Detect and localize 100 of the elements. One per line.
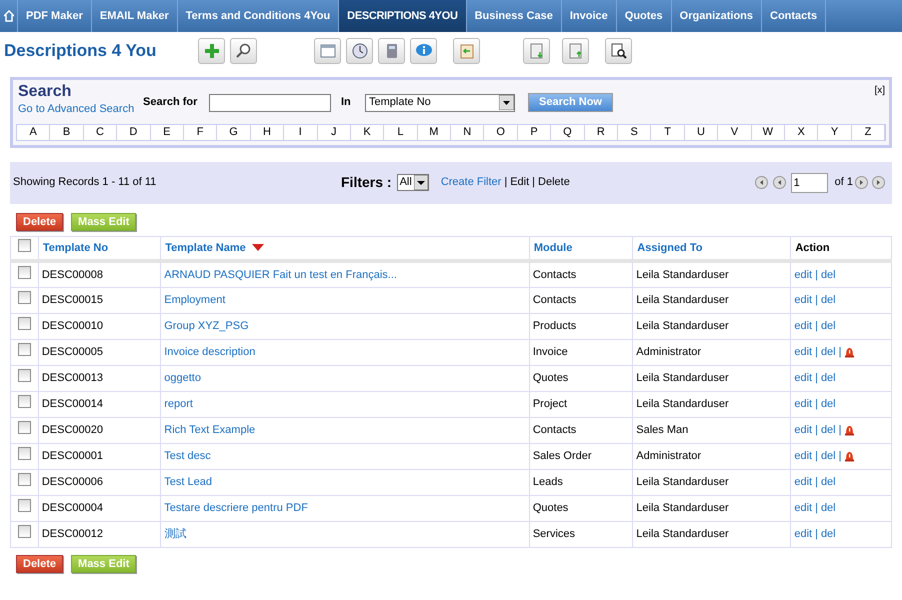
nav-tab[interactable]: DESCRIPTIONS 4YOU — [339, 0, 467, 32]
previous-page-icon[interactable] — [772, 176, 786, 189]
column-header[interactable]: Module — [534, 240, 572, 256]
template-name-link[interactable]: Invoice description — [164, 346, 256, 358]
alphabet-link[interactable]: R — [584, 124, 618, 140]
edit-link[interactable]: edit — [794, 422, 812, 438]
column-header[interactable]: Template No — [42, 240, 108, 256]
template-name-link[interactable]: Test desc — [164, 450, 211, 462]
alphabet-link[interactable]: K — [350, 124, 384, 140]
delete-button[interactable]: Delete — [16, 212, 64, 230]
del-link[interactable]: del — [820, 292, 836, 308]
checkbox[interactable] — [18, 238, 31, 252]
import-icon[interactable] — [523, 38, 550, 64]
alphabet-link[interactable]: M — [418, 124, 452, 140]
alphabet-link[interactable]: G — [217, 124, 251, 140]
checkbox[interactable] — [18, 316, 31, 330]
edit-link[interactable]: edit — [794, 474, 812, 490]
alphabet-link[interactable]: S — [618, 124, 652, 140]
checkbox[interactable] — [18, 498, 31, 512]
checkbox[interactable] — [18, 266, 31, 278]
alphabet-link[interactable]: L — [384, 124, 418, 140]
create-filter-link[interactable]: Create Filter — [440, 174, 502, 191]
alphabet-link[interactable]: N — [451, 124, 484, 140]
last-page-icon[interactable] — [872, 176, 885, 189]
filter-dropdown[interactable]: All — [396, 174, 429, 191]
alphabet-link[interactable]: F — [184, 124, 218, 140]
template-name-link[interactable]: 測試 — [164, 528, 186, 540]
edit-filter-link[interactable]: Edit — [510, 174, 530, 191]
column-header[interactable]: Template Name — [165, 240, 246, 256]
edit-link[interactable]: edit — [794, 344, 812, 360]
checkbox[interactable] — [18, 342, 31, 356]
edit-link[interactable]: edit — [794, 370, 812, 386]
alphabet-link[interactable]: A — [17, 124, 50, 140]
del-link[interactable]: del — [820, 422, 836, 438]
checkbox[interactable] — [18, 420, 31, 434]
nav-tab[interactable]: Invoice — [562, 0, 617, 32]
calendar-icon[interactable] — [314, 38, 341, 64]
next-page-icon[interactable] — [855, 176, 868, 189]
alphabet-link[interactable]: E — [150, 124, 184, 140]
edit-link[interactable]: edit — [794, 266, 812, 283]
column-header[interactable]: Assigned To — [637, 240, 702, 256]
del-link[interactable]: del — [820, 448, 836, 464]
nav-tab[interactable]: Quotes — [616, 0, 672, 32]
del-link[interactable]: del — [820, 474, 836, 490]
template-name-link[interactable]: report — [164, 398, 193, 410]
alphabet-link[interactable]: B — [50, 124, 84, 140]
advanced-search-link[interactable]: Go to Advanced Search — [18, 103, 134, 115]
checkbox[interactable] — [18, 446, 31, 460]
alphabet-link[interactable]: C — [84, 124, 118, 140]
clipboard-icon[interactable] — [453, 38, 480, 64]
checkbox[interactable] — [18, 472, 31, 486]
search-field-dropdown[interactable]: Template No — [365, 94, 515, 112]
info-icon[interactable] — [410, 38, 437, 64]
template-name-link[interactable]: Rich Text Example — [164, 424, 256, 436]
edit-link[interactable]: edit — [794, 526, 812, 542]
edit-link[interactable]: edit — [794, 396, 812, 412]
checkbox[interactable] — [18, 368, 31, 382]
alphabet-link[interactable]: O — [484, 124, 518, 140]
edit-link[interactable]: edit — [794, 500, 812, 516]
add-icon[interactable] — [198, 38, 225, 64]
edit-link[interactable]: edit — [794, 448, 812, 464]
delete-filter-link[interactable]: Delete — [538, 174, 570, 191]
delete-button[interactable]: Delete — [16, 554, 64, 572]
alphabet-link[interactable]: W — [752, 124, 785, 140]
nav-tab[interactable]: PDF Maker — [18, 0, 92, 32]
alphabet-link[interactable]: Y — [818, 124, 852, 140]
del-link[interactable]: del — [820, 526, 836, 542]
del-link[interactable]: del — [820, 370, 836, 386]
alphabet-link[interactable]: J — [318, 124, 351, 140]
template-name-link[interactable]: Testare descriere pentru PDF — [164, 502, 308, 514]
edit-link[interactable]: edit — [794, 318, 812, 334]
alphabet-link[interactable]: H — [250, 124, 284, 140]
checkbox[interactable] — [18, 290, 31, 304]
checkbox[interactable] — [18, 524, 31, 538]
nav-tab[interactable]: Organizations — [672, 0, 762, 32]
template-name-link[interactable]: oggetto — [164, 372, 201, 384]
alphabet-link[interactable]: V — [718, 124, 752, 140]
alphabet-link[interactable]: Z — [852, 124, 886, 140]
alphabet-link[interactable]: Q — [551, 124, 585, 140]
alphabet-link[interactable]: P — [518, 124, 552, 140]
del-link[interactable]: del — [820, 396, 836, 412]
template-name-link[interactable]: Employment — [164, 294, 226, 306]
alphabet-link[interactable]: T — [651, 124, 685, 140]
alphabet-link[interactable]: U — [684, 124, 718, 140]
search-field[interactable] — [209, 94, 331, 112]
alphabet-link[interactable]: D — [117, 124, 151, 140]
nav-tab[interactable]: Contacts — [762, 0, 826, 32]
first-page-icon[interactable] — [754, 176, 768, 189]
find-duplicates-icon[interactable] — [605, 38, 632, 64]
close-search-button[interactable]: [x] — [874, 83, 885, 98]
export-icon[interactable] — [562, 38, 589, 64]
del-link[interactable]: del — [820, 500, 836, 516]
del-link[interactable]: del — [820, 344, 836, 360]
del-link[interactable]: del — [820, 266, 836, 283]
calculator-icon[interactable] — [378, 38, 405, 64]
template-name-link[interactable]: Group XYZ_PSG — [164, 320, 249, 332]
nav-tab[interactable]: Business Case — [466, 0, 562, 32]
search-icon[interactable] — [230, 38, 257, 64]
nav-tab[interactable]: EMAIL Maker — [92, 0, 178, 32]
alphabet-link[interactable]: I — [284, 124, 318, 140]
